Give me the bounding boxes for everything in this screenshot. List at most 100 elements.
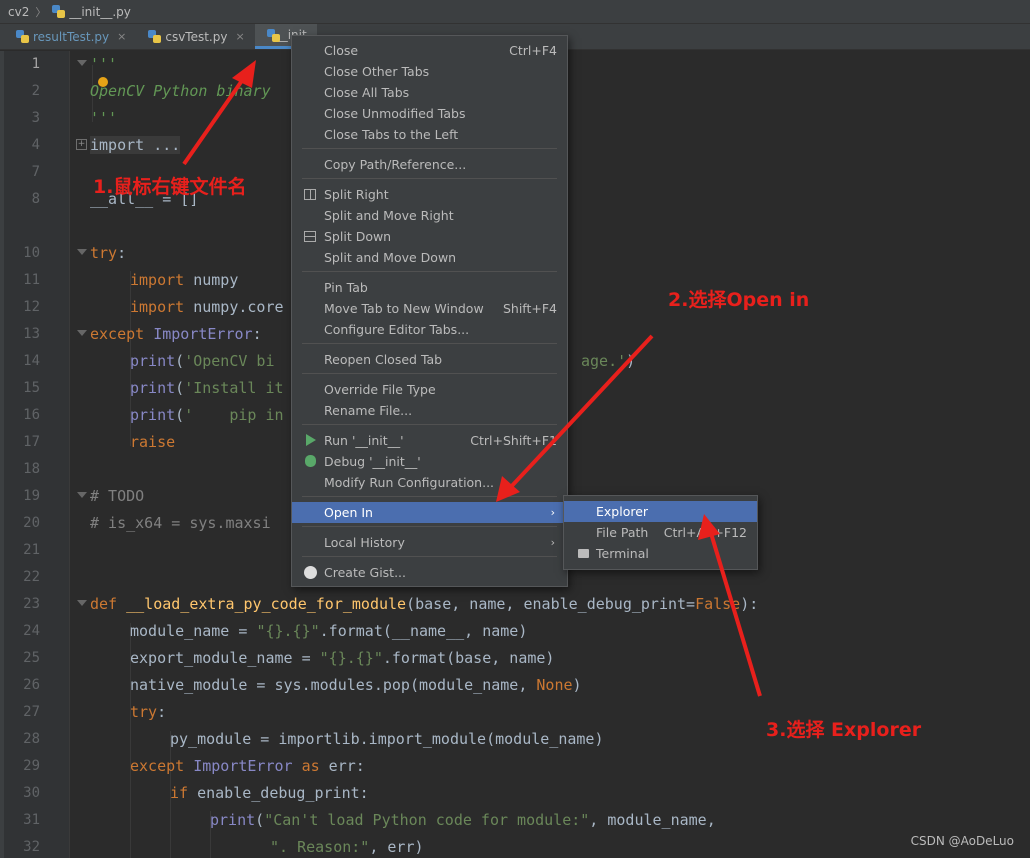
line-number: 4 [31,137,40,153]
menu-item-close-other-tabs[interactable]: Close Other Tabs [292,61,567,82]
line-number: 29 [23,758,40,774]
line-number: 17 [23,434,40,450]
line-number: 3 [31,110,40,126]
submenu-item-explorer[interactable]: Explorer [564,501,757,522]
menu-item-rename-file[interactable]: Rename File... [292,400,567,421]
line-number: 26 [23,677,40,693]
line-number: 27 [23,704,40,720]
menu-separator [302,373,557,374]
annotation-step3: 3.选择 Explorer [766,719,922,741]
code-line: except ImportError as err: [130,757,365,775]
close-icon[interactable]: × [117,30,126,43]
menu-separator [302,271,557,272]
menu-item-split-right[interactable]: Split Right [292,184,567,205]
watermark: CSDN @AoDeLuo [910,834,1014,848]
menu-item-close-unmodified-tabs[interactable]: Close Unmodified Tabs [292,103,567,124]
chevron-right-icon: › [550,506,555,519]
line-number: 10 [23,245,40,261]
tab-resulttest[interactable]: resultTest.py × [4,24,136,49]
breadcrumb-file[interactable]: __init__.py [69,5,131,19]
annotation-step1: 1.鼠标右键文件名 [93,176,247,198]
code-line: OpenCV Python binary [90,82,271,100]
code-line: export_module_name = "{}.{}".format(base… [130,649,555,667]
menu-item-close-all-tabs[interactable]: Close All Tabs [292,82,567,103]
line-number: 8 [31,191,40,207]
menu-item-copy-path[interactable]: Copy Path/Reference... [292,154,567,175]
menu-item-split-move-right[interactable]: Split and Move Right [292,205,567,226]
code-line: import numpy [130,271,239,289]
menu-item-configure-editor-tabs[interactable]: Configure Editor Tabs... [292,319,567,340]
line-number: 12 [23,299,40,315]
chevron-right-icon: 〉 [35,5,47,19]
tab-context-menu: Close Ctrl+F4 Close Other Tabs Close All … [291,35,568,587]
gutter-strip [0,51,4,858]
tab-csvtest[interactable]: csvTest.py × [136,24,254,49]
menu-item-local-history[interactable]: Local History › [292,532,567,553]
chevron-right-icon: › [550,536,555,549]
run-icon [306,434,316,446]
line-number: 13 [23,326,40,342]
code-line: try: [130,703,167,721]
line-number: 28 [23,731,40,747]
breadcrumb-root[interactable]: cv2 [8,5,29,19]
python-file-icon [16,30,29,43]
github-icon [304,566,317,579]
split-right-icon [304,189,316,200]
tab-label: resultTest.py [33,29,110,44]
line-number: 15 [23,380,40,396]
tab-label: csvTest.py [165,29,228,44]
menu-item-create-gist[interactable]: Create Gist... [292,562,567,583]
close-icon[interactable]: × [235,30,244,43]
menu-item-split-down[interactable]: Split Down [292,226,567,247]
submenu-item-file-path[interactable]: File Path Ctrl+Alt+F12 [564,522,757,543]
menu-item-pin-tab[interactable]: Pin Tab [292,277,567,298]
menu-separator [302,343,557,344]
line-number: 22 [23,569,40,585]
menu-separator [302,148,557,149]
code-line: print('OpenCV bi [130,352,275,370]
code-line: py_module = importlib.import_module(modu… [170,730,604,748]
folded-imports[interactable]: import ... [90,136,181,154]
menu-item-modify-run-config[interactable]: Modify Run Configuration... [292,472,567,493]
line-number: 19 [23,488,40,504]
breadcrumb: cv2 〉 __init__.py [0,0,1030,24]
menu-item-open-in[interactable]: Open In › [292,502,567,523]
line-number: 14 [23,353,40,369]
code-line: print("Can't load Python code for module… [210,811,716,829]
code-line: print(' pip in [130,406,284,424]
code-line-tail: age.') [581,352,636,370]
python-file-icon [148,30,162,43]
code-line: # TODO [90,487,145,505]
menu-separator [302,178,557,179]
code-line: def __load_extra_py_code_for_module(base… [90,595,759,613]
submenu-item-terminal[interactable]: Terminal [564,543,757,564]
menu-item-move-tab-new-window[interactable]: Move Tab to New Window Shift+F4 [292,298,567,319]
menu-item-run[interactable]: Run '__init__' Ctrl+Shift+F1 [292,430,567,451]
line-number: 1 [31,56,40,72]
terminal-icon [578,549,589,558]
line-number: 20 [23,515,40,531]
annotation-step2: 2.选择Open in [668,289,810,311]
menu-item-split-move-down[interactable]: Split and Move Down [292,247,567,268]
code-line: try: [90,244,127,262]
line-number: 11 [23,272,40,288]
menu-item-debug[interactable]: Debug '__init__' [292,451,567,472]
line-number: 32 [23,839,40,855]
menu-separator [302,496,557,497]
code-line: ''' [90,109,118,127]
line-number: 18 [23,461,40,477]
open-in-submenu: Explorer File Path Ctrl+Alt+F12 Terminal [563,495,758,570]
lightbulb-icon[interactable] [98,77,108,87]
line-number: 2 [31,83,40,99]
split-down-icon [304,231,316,242]
menu-item-reopen-closed-tab[interactable]: Reopen Closed Tab [292,349,567,370]
menu-item-close[interactable]: Close Ctrl+F4 [292,40,567,61]
python-file-icon [266,28,280,42]
python-file-icon [52,5,66,18]
code-line: import ... [90,132,181,159]
menu-separator [302,556,557,557]
line-number: 7 [31,164,40,180]
menu-item-close-tabs-left[interactable]: Close Tabs to the Left [292,124,567,145]
menu-item-override-file-type[interactable]: Override File Type [292,379,567,400]
code-line: ". Reason:", err) [270,838,424,856]
